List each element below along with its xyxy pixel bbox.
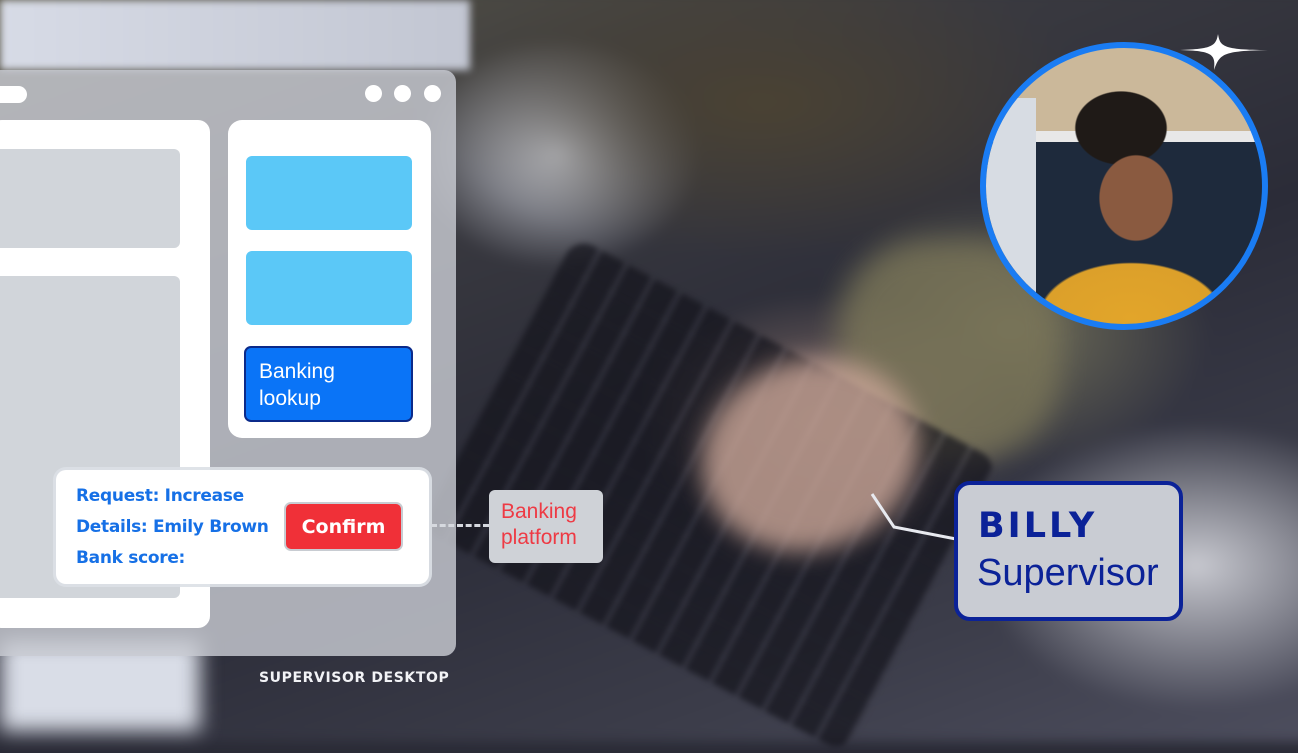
- sparkle-icon: [1180, 34, 1268, 70]
- avatar-background-wall: [986, 98, 1036, 324]
- callout-line-path: [870, 493, 957, 541]
- avatar: [980, 42, 1268, 330]
- agent-card: [954, 481, 1183, 621]
- agent-role: Supervisor: [977, 552, 1159, 594]
- agent-name: BILLY: [978, 506, 1098, 546]
